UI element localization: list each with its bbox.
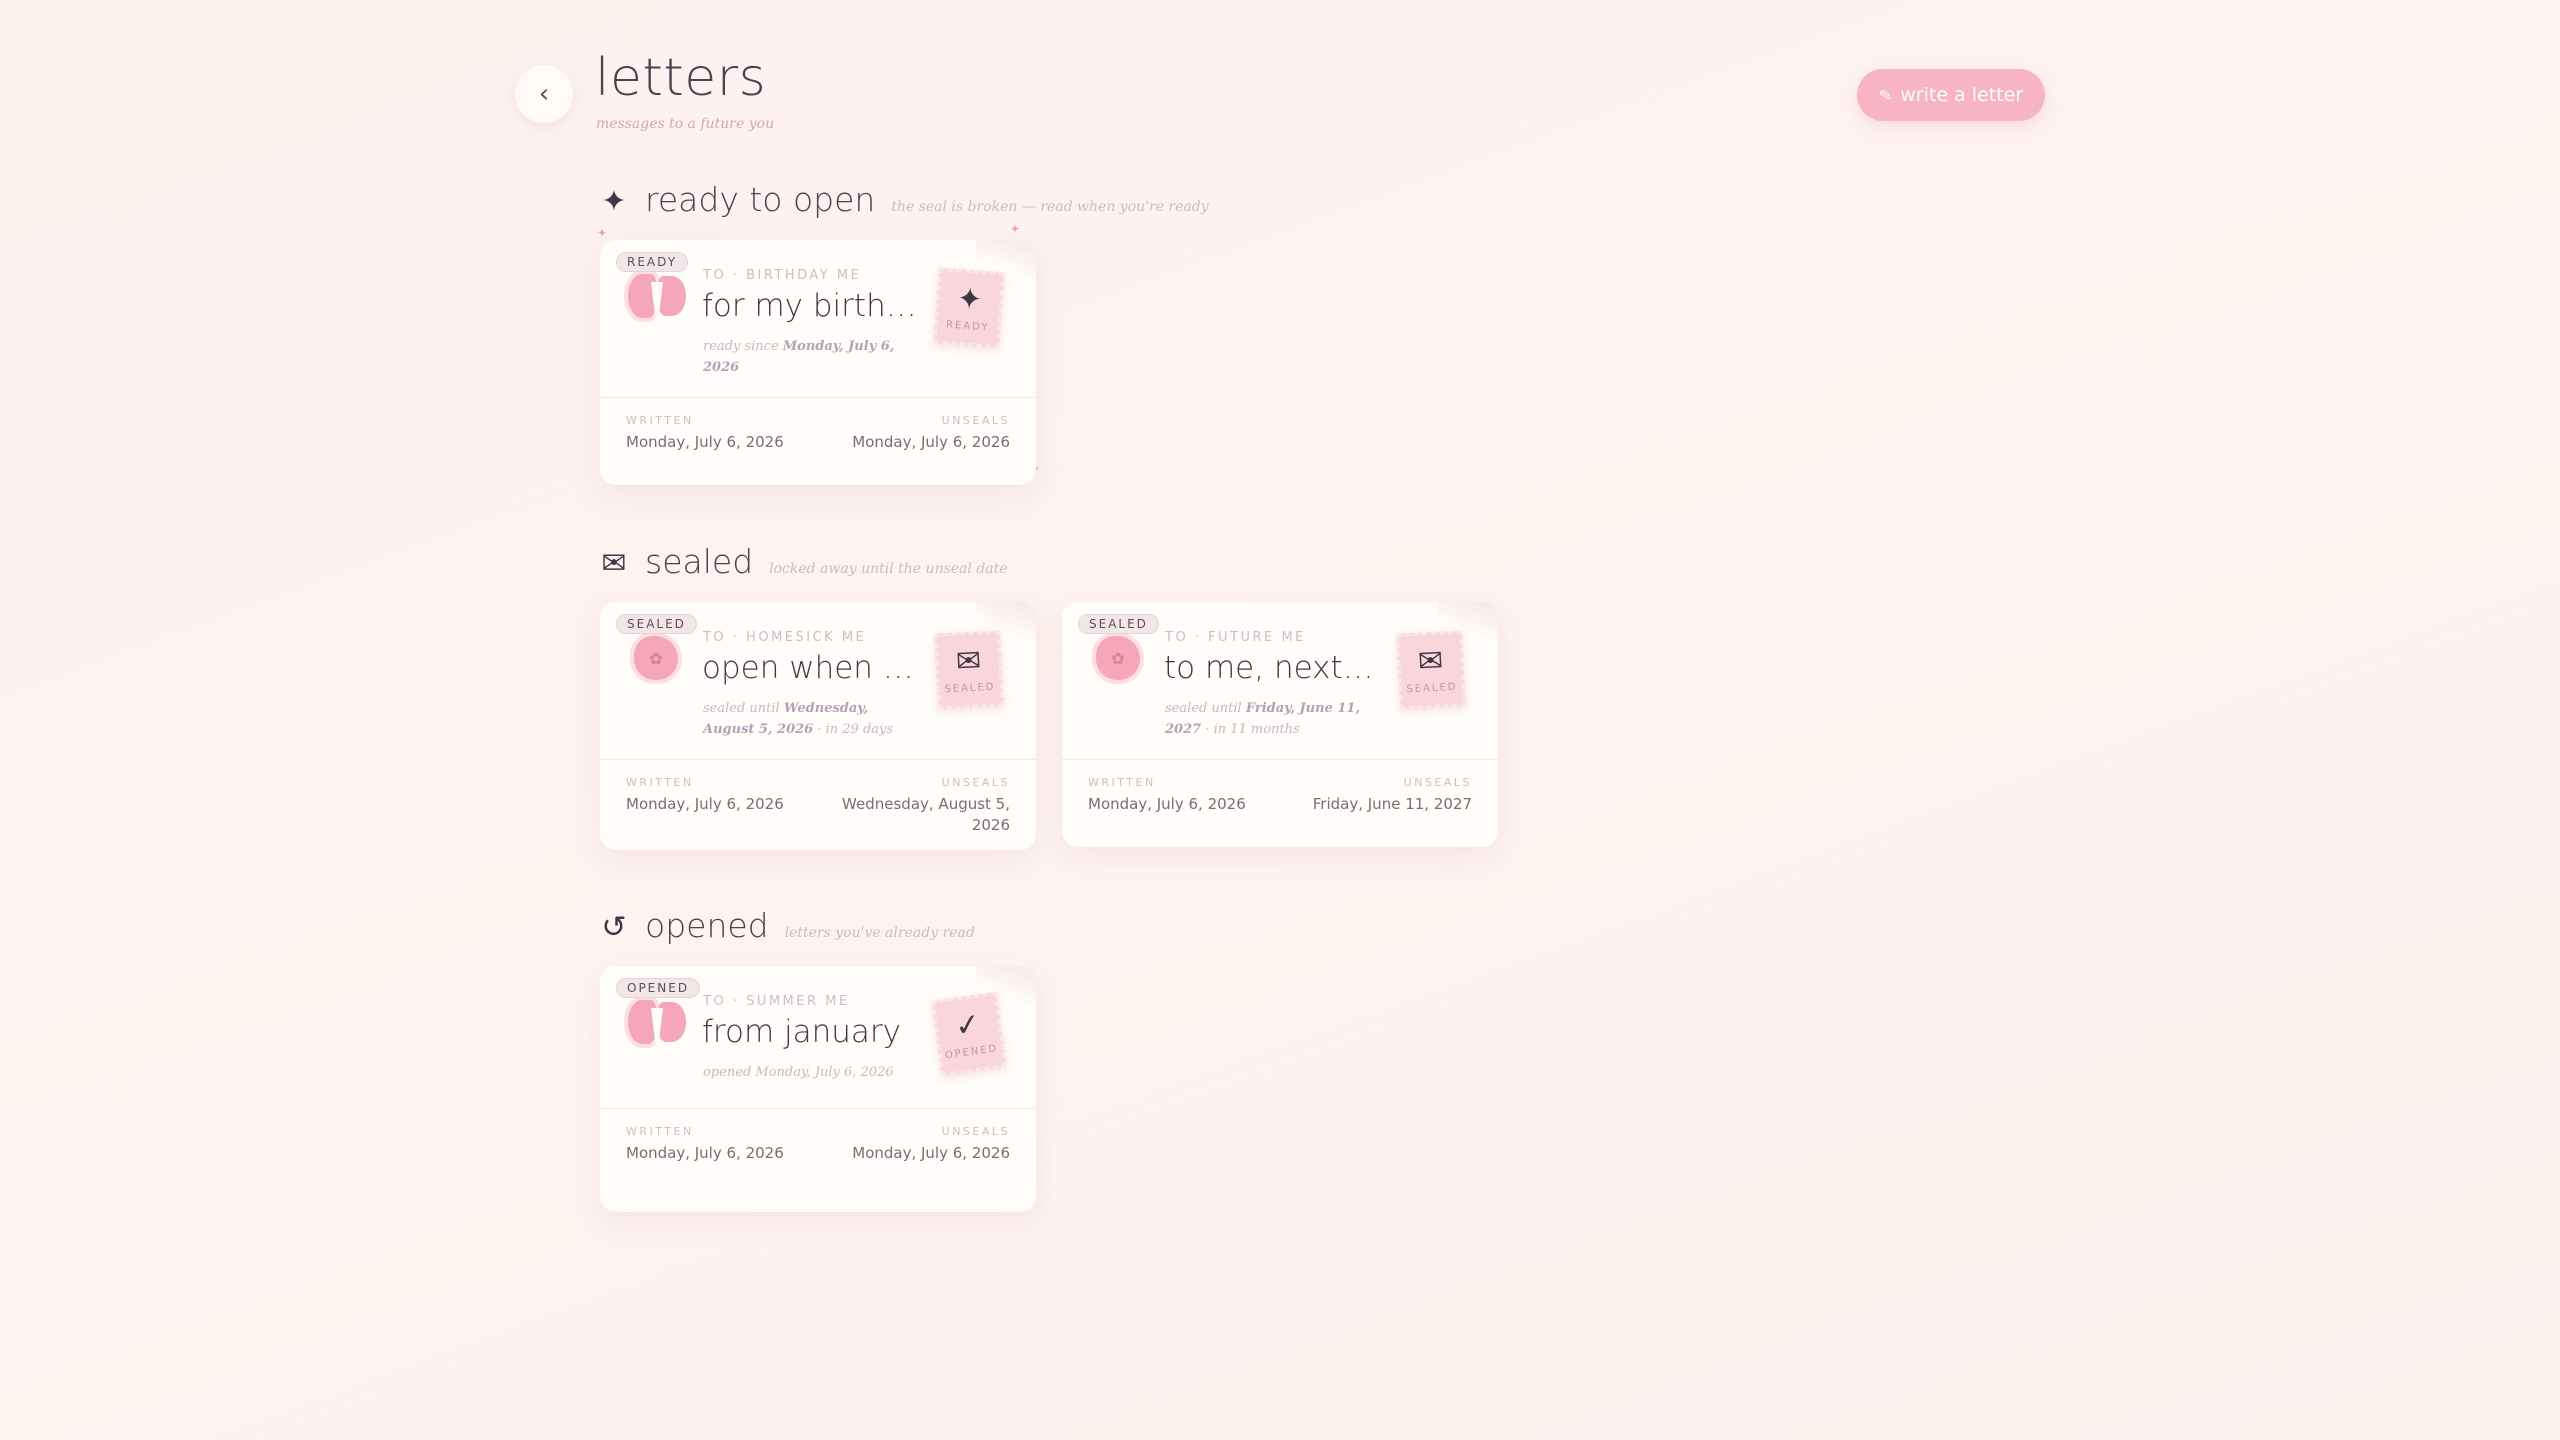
recipient-label: TO · HOMESICK ME — [703, 630, 867, 645]
ready-stamp: ✦ READY — [933, 267, 1005, 349]
unseals-date: Wednesday, August 5, 2026 — [842, 795, 1010, 834]
section-sealed-heading: ✉ sealed locked away until the unseal da… — [599, 542, 1008, 581]
stamp-label: OPENED — [944, 1042, 999, 1062]
recipient-label: TO · SUMMER ME — [703, 994, 850, 1009]
broken-seal-icon — [628, 994, 686, 1050]
wax-seal-icon: ✿ — [1090, 630, 1146, 686]
written-date: Monday, July 6, 2026 — [626, 433, 784, 451]
unseals-date: Monday, July 6, 2026 — [852, 433, 1010, 451]
page-title: letters — [595, 48, 767, 108]
letter-card-future[interactable]: SEALED ✿ TO · FUTURE ME to me, next summ… — [1062, 602, 1498, 847]
written-date: Monday, July 6, 2026 — [1088, 795, 1246, 813]
letter-card-homesick[interactable]: SEALED ✿ TO · HOMESICK ME open when you … — [600, 602, 1036, 850]
sparkle-icon: ✦ — [601, 184, 627, 219]
stamp-label: SEALED — [944, 681, 996, 695]
envelope-icon: ✉ — [1417, 642, 1444, 680]
written-label: WRITTEN — [626, 414, 694, 427]
letter-status-text: sealed until Friday, June 11, 2027 · in … — [1165, 701, 1360, 737]
sparkle-decoration-icon: ✦ — [1010, 222, 1021, 236]
recipient-label: TO · FUTURE ME — [1165, 630, 1306, 645]
stamp-label: READY — [945, 318, 990, 333]
page-subtitle: messages to a future you — [596, 116, 775, 132]
stamp-label: SEALED — [1406, 681, 1458, 695]
letter-status-text: opened Monday, July 6, 2026 — [703, 1065, 894, 1080]
letter-status-text: ready since Monday, July 6, 2026 — [703, 339, 895, 375]
sealed-stamp: ✉ SEALED — [934, 630, 1004, 710]
status-badge: OPENED — [616, 978, 701, 998]
broken-seal-icon — [628, 268, 686, 324]
letter-card-birthday[interactable]: READY TO · BIRTHDAY ME for my birthday r… — [600, 240, 1036, 485]
envelope-icon: ✉ — [955, 642, 982, 680]
write-letter-label: write a letter — [1900, 84, 2024, 106]
letter-title: from january — [702, 1014, 901, 1050]
back-button[interactable]: ‹ — [515, 65, 573, 123]
written-date: Monday, July 6, 2026 — [626, 795, 784, 813]
section-ready-hint: the seal is broken — read when you're re… — [891, 199, 1209, 215]
sealed-stamp: ✉ SEALED — [1396, 630, 1466, 710]
write-letter-button[interactable]: ✎ write a letter — [1857, 69, 2045, 121]
section-opened-title: opened — [645, 906, 769, 945]
section-sealed-hint: locked away until the unseal date — [769, 561, 1008, 577]
section-ready-title: ready to open — [645, 180, 876, 219]
unseals-label: UNSEALS — [941, 1125, 1010, 1138]
status-badge: SEALED — [1078, 614, 1159, 634]
status-badge: SEALED — [616, 614, 697, 634]
unseals-label: UNSEALS — [941, 776, 1010, 789]
written-label: WRITTEN — [626, 1125, 694, 1138]
pen-icon: ✎ — [1877, 84, 1894, 106]
section-ready-heading: ✦ ready to open the seal is broken — rea… — [599, 180, 1209, 219]
section-sealed-title: sealed — [645, 542, 754, 581]
unseals-label: UNSEALS — [941, 414, 1010, 427]
unseals-date: Friday, June 11, 2027 — [1312, 795, 1472, 813]
opened-stamp: ✓ OPENED — [931, 991, 1007, 1077]
wax-seal-icon: ✿ — [628, 630, 684, 686]
written-date: Monday, July 6, 2026 — [626, 1144, 784, 1162]
letter-title: for my birthday — [702, 288, 917, 324]
refresh-icon: ↺ — [601, 910, 627, 945]
unseals-label: UNSEALS — [1403, 776, 1472, 789]
letter-title: to me, next summer — [1164, 650, 1379, 686]
written-label: WRITTEN — [1088, 776, 1156, 789]
section-opened-hint: letters you've already read — [784, 925, 975, 941]
letter-status-text: sealed until Wednesday, August 5, 2026 ·… — [703, 701, 894, 737]
status-badge: READY — [616, 252, 689, 272]
letters-page: ‹ letters messages to a future you ✎ wri… — [0, 0, 2560, 1440]
chevron-left-icon: ‹ — [538, 79, 550, 109]
unseals-date: Monday, July 6, 2026 — [852, 1144, 1010, 1162]
section-opened-heading: ↺ opened letters you've already read — [599, 906, 975, 945]
envelope-icon: ✉ — [601, 546, 627, 581]
letter-title: open when you — [702, 650, 917, 686]
check-icon: ✓ — [952, 1006, 983, 1045]
letter-card-summer[interactable]: OPENED TO · SUMMER ME from january opene… — [600, 966, 1036, 1212]
recipient-label: TO · BIRTHDAY ME — [703, 268, 862, 283]
sparkle-icon: ✦ — [955, 280, 984, 318]
sparkle-decoration-icon: ✦ — [597, 226, 608, 240]
written-label: WRITTEN — [626, 776, 694, 789]
